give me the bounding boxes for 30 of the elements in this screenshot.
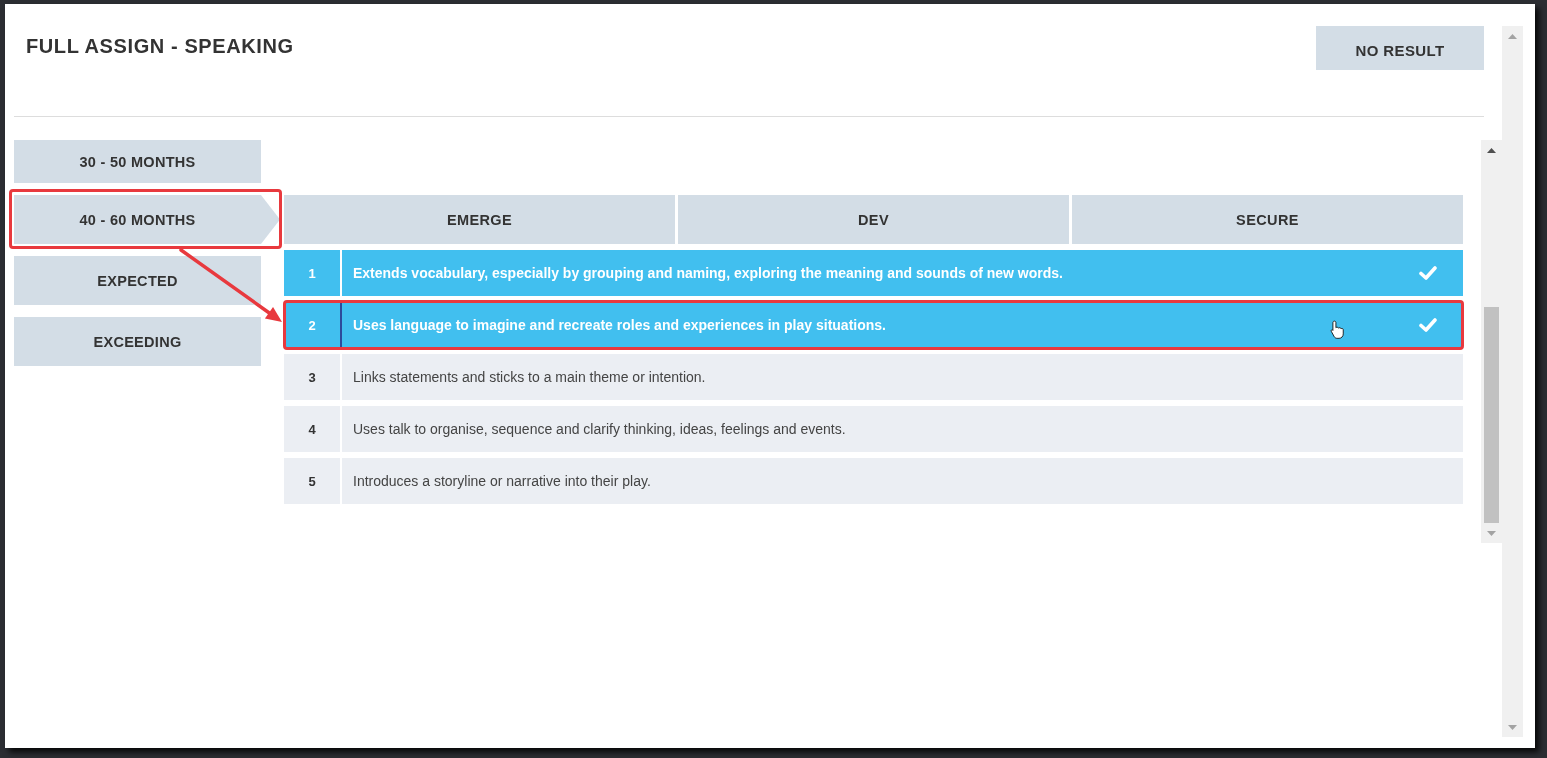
- check-icon: [1419, 266, 1437, 280]
- dialog-title: FULL ASSIGN - SPEAKING: [26, 34, 294, 58]
- statement-row[interactable]: 3 Links statements and sticks to a main theme or intention.: [284, 354, 1463, 400]
- column-header: EMERGE: [284, 195, 675, 244]
- age-band-tab[interactable]: EXCEEDING: [14, 317, 261, 366]
- age-band-tab[interactable]: EXPECTED: [14, 256, 261, 305]
- row-number: 5: [307, 473, 317, 489]
- age-band-tab[interactable]: 30 - 50 MONTHS: [14, 140, 261, 183]
- statement-row[interactable]: 5 Introduces a storyline or narrative into their play.: [284, 458, 1463, 504]
- statement-row[interactable]: 4 Uses talk to organise, sequence and clarify thinking, ideas, feelings and events.: [284, 406, 1463, 452]
- scroll-down-icon[interactable]: [1508, 724, 1517, 730]
- statement-text: Extends vocabulary, especially by grouping and naming, exploring the meaning and sounds of new words.: [340, 250, 1407, 296]
- row-number: 4: [307, 421, 317, 437]
- no-result-button[interactable]: NO RESULT: [1316, 26, 1484, 70]
- scroll-down-icon[interactable]: [1487, 530, 1496, 536]
- column-header: DEV: [678, 195, 1069, 244]
- scrollbar[interactable]: [1502, 26, 1523, 737]
- statement-text: Links statements and sticks to a main theme or intention.: [340, 354, 1463, 400]
- check-icon: [1419, 318, 1437, 332]
- scrollbar[interactable]: [1481, 140, 1502, 543]
- hand-cursor-icon: [1330, 319, 1345, 340]
- scroll-up-icon[interactable]: [1487, 148, 1496, 153]
- statement-text: Introduces a storyline or narrative into their play.: [340, 458, 1463, 504]
- row-number: 2: [307, 317, 317, 333]
- row-number: 1: [307, 265, 317, 281]
- age-band-tab[interactable]: 40 - 60 MONTHS: [14, 195, 280, 244]
- column-header: SECURE: [1072, 195, 1463, 244]
- scroll-thumb[interactable]: [1484, 307, 1499, 523]
- statement-text: Uses talk to organise, sequence and clarify thinking, ideas, feelings and events.: [340, 406, 1463, 452]
- row-number: 3: [307, 369, 317, 385]
